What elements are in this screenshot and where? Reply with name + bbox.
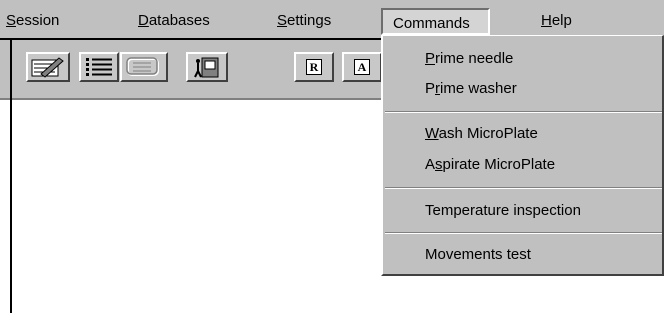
a-letter-icon: A [354, 59, 370, 75]
menu-session[interactable]: Session [6, 9, 59, 33]
menu-item-prime-washer[interactable]: Prime washer [425, 77, 517, 101]
window-edge [10, 40, 12, 313]
menu-item-movements-test[interactable]: Movements test [425, 243, 531, 267]
menu-databases[interactable]: Databases [138, 9, 210, 33]
exit-button[interactable] [186, 52, 228, 82]
menu-commands[interactable]: Commands [381, 8, 490, 35]
r-letter-icon: R [306, 59, 322, 75]
menu-bar: Session Databases Settings Commands Help [0, 0, 664, 40]
edit-button[interactable] [26, 52, 70, 82]
menu-help[interactable]: Help [541, 9, 572, 33]
menu-item-wash-microplate[interactable]: Wash MicroPlate [425, 122, 538, 146]
menu-separator [385, 187, 662, 189]
r-button[interactable]: R [294, 52, 334, 82]
menu-item-prime-needle[interactable]: Prime needle [425, 47, 513, 71]
menu-separator [385, 111, 662, 113]
menu-item-aspirate-microplate[interactable]: Aspirate MicroPlate [425, 153, 555, 177]
disabled-view-button[interactable] [120, 52, 168, 82]
list-button[interactable] [79, 52, 119, 82]
menu-item-temperature-inspection[interactable]: Temperature inspection [425, 199, 581, 223]
a-button[interactable]: A [342, 52, 382, 82]
edit-icon [31, 57, 64, 78]
menu-separator [385, 232, 662, 234]
menu-settings[interactable]: Settings [277, 9, 331, 33]
list-icon [86, 58, 112, 76]
disabled-view-icon [126, 57, 159, 76]
exit-door-icon [194, 57, 219, 78]
commands-dropdown-menu: Prime needle Prime washer Wash MicroPlat… [381, 35, 664, 276]
